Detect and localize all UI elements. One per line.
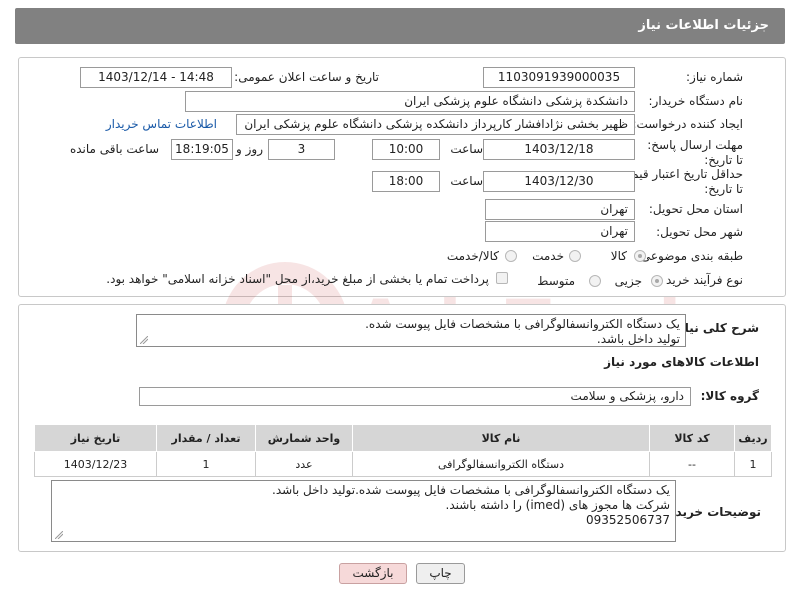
process-option-medium: متوسط [537,274,575,288]
time-remaining-field: 18:19:05 [171,139,233,160]
days-remaining-field: 3 [268,139,335,160]
price-validity-time-field: 18:00 [372,171,440,192]
price-validity-time-label: ساعت [450,174,483,188]
category-radio-goods-service[interactable] [505,250,517,262]
buyer-notes-line: یک دستگاه الکتروانسفالوگرافی با مشخصات ف… [272,483,670,497]
page-title: جزئیات اطلاعات نیاز [638,18,769,33]
cell-need-date: 1403/12/23 [34,451,157,477]
goods-group-label: گروه کالا: [700,389,759,403]
price-validity-date-field: 1403/12/30 [483,171,635,192]
category-option-goods-service: کالا/خدمت [446,249,499,263]
time-remaining-label: ساعت باقی مانده [69,142,159,156]
column-header-goods-name: نام کالا [352,424,650,452]
treasury-payment-checkbox[interactable] [496,272,508,284]
city-label: شهر محل تحویل: [656,225,743,239]
process-radio-medium[interactable] [589,275,601,287]
description-line: یک دستگاه الکتروانسفالوگرافی با مشخصات ف… [365,317,680,331]
back-button[interactable]: بازگشت [339,563,407,584]
goods-info-title: اطلاعات کالاهای مورد نیاز [604,355,759,369]
table-row: 1 -- دستگاه الکتروانسفالوگرافی عدد 1 140… [34,451,772,477]
table-header-row: ردیف کد کالا نام کالا واحد شمارش تعداد /… [34,424,772,452]
days-label: روز و [236,142,263,156]
category-option-goods: کالا [610,249,627,263]
province-label: استان محل تحویل: [648,202,743,216]
column-header-goods-code: کد کالا [649,424,735,452]
cell-unit: عدد [255,451,353,477]
deadline-date-field: 1403/12/18 [483,139,635,160]
description-textarea[interactable]: یک دستگاه الکتروانسفالوگرافی با مشخصات ف… [136,314,686,347]
creator-field: ظهیر بخشی نژادافشار کارپرداز دانشکده پزش… [236,114,635,135]
column-header-row-number: ردیف [734,424,772,452]
process-type-label: نوع فرآیند خرید : [658,273,743,287]
treasury-payment-text: پرداخت تمام یا بخشی از مبلغ خرید،از محل … [106,272,489,286]
cell-goods-name: دستگاه الکتروانسفالوگرافی [352,451,650,477]
column-header-unit: واحد شمارش [255,424,353,452]
announce-date-field: 1403/12/14 - 14:48 [80,67,232,88]
category-radio-service[interactable] [569,250,581,262]
process-radio-minor[interactable] [651,275,663,287]
print-button[interactable]: چاپ [416,563,465,584]
goods-table: ردیف کد کالا نام کالا واحد شمارش تعداد /… [34,424,772,477]
goods-group-field: دارو، پزشکی و سلامت [139,387,691,406]
buyer-org-field: دانشکدة پزشکی دانشگاه علوم پزشکی ایران [185,91,635,112]
buyer-org-label: نام دستگاه خریدار: [648,94,744,108]
need-number-field: 1103091939000035 [483,67,635,88]
column-header-quantity: تعداد / مقدار [156,424,256,452]
deadline-time-label: ساعت [450,142,483,156]
description-line: تولید داخل باشد. [596,332,680,346]
deadline-label: مهلت ارسال پاسخ: تا تاریخ: [647,138,743,167]
announce-date-label: تاریخ و ساعت اعلان عمومی: [234,70,379,84]
city-field: تهران [485,221,635,242]
page-header: جزئیات اطلاعات نیاز [15,8,785,44]
province-field: تهران [485,199,635,220]
category-radio-goods[interactable] [634,250,646,262]
buyer-notes-line: شرکت ها مجوز های (imed) را داشته باشند. [445,498,671,512]
need-number-label: شماره نیاز: [686,70,743,84]
category-label: طبقه بندی موضوعی: [636,249,743,263]
category-option-service: خدمت [532,249,564,263]
cell-goods-code: -- [649,451,735,477]
buyer-notes-line: 09352506737 [586,513,670,527]
buyer-notes-textarea[interactable]: یک دستگاه الکتروانسفالوگرافی با مشخصات ف… [51,480,676,542]
process-option-minor: جزیی [614,274,642,288]
resize-grip-icon[interactable] [140,336,148,344]
creator-label: ایجاد کننده درخواست: [632,117,743,131]
deadline-time-field: 10:00 [372,139,440,160]
cell-quantity: 1 [156,451,256,477]
cell-row-number: 1 [734,451,772,477]
resize-grip-icon[interactable] [55,531,63,539]
buyer-contact-link[interactable]: اطلاعات تماس خریدار [106,117,217,131]
column-header-need-date: تاریخ نیاز [34,424,157,452]
